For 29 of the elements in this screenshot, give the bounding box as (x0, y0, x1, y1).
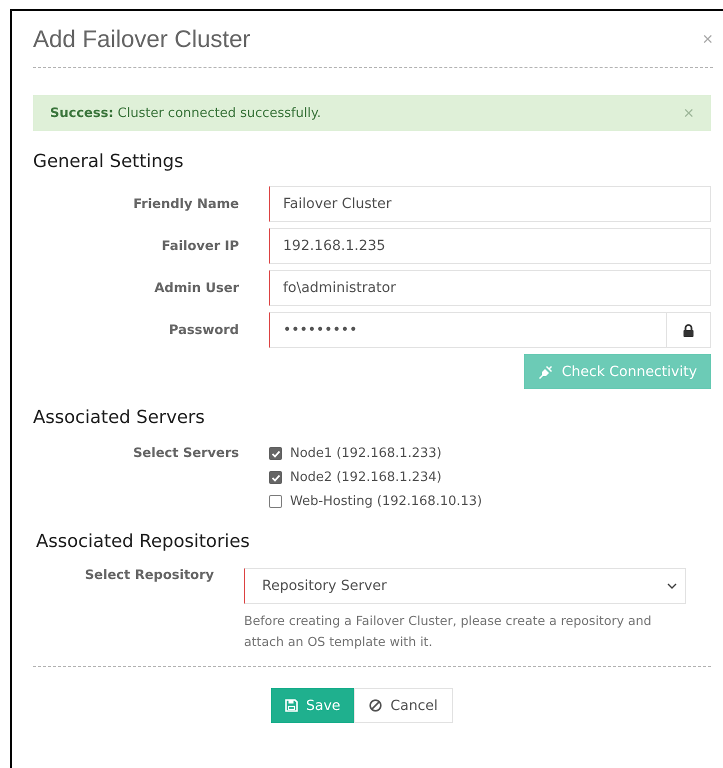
server-checkbox-option[interactable]: Node2 (192.168.1.234) (269, 470, 482, 485)
checkbox[interactable] (269, 447, 282, 460)
field-label: Select Repository (84, 568, 215, 583)
repository-select[interactable]: Repository Server (244, 568, 686, 604)
field-label: Select Servers (132, 446, 240, 461)
checkbox[interactable] (269, 471, 282, 484)
alert-message: Success: Cluster connected successfully. (50, 106, 322, 120)
lock-icon-button[interactable] (667, 312, 711, 348)
server-checkbox-option[interactable]: Node1 (192.168.1.233) (269, 446, 482, 461)
section-heading: General Settings (33, 151, 184, 172)
lock-icon (683, 324, 694, 336)
plug-icon (538, 364, 554, 380)
checkbox[interactable] (269, 495, 282, 508)
dialog-title: Add Failover Cluster (33, 26, 250, 54)
help-text: Before creating a Failover Cluster, please create a repository and attach an OS template with it. (244, 612, 652, 651)
section-heading: Associated Servers (33, 407, 206, 428)
ban-icon (369, 699, 382, 712)
field-label: Password (168, 322, 240, 338)
text-field[interactable]: 192.168.1.235 (269, 228, 711, 264)
password-field[interactable]: ••••••••• (269, 312, 667, 348)
server-checkbox-option[interactable]: Web-Hosting (192.168.10.13) (269, 494, 482, 509)
chevron-down-icon (667, 583, 677, 589)
cancel-button[interactable]: Cancel (354, 688, 453, 723)
field-label: Admin User (153, 280, 240, 296)
field-label: Failover IP (160, 238, 240, 254)
text-field[interactable]: Failover Cluster (269, 186, 711, 222)
section-heading: Associated Repositories (36, 531, 251, 552)
text-field[interactable]: fo\administrator (269, 270, 711, 306)
field-label: Friendly Name (132, 196, 240, 212)
